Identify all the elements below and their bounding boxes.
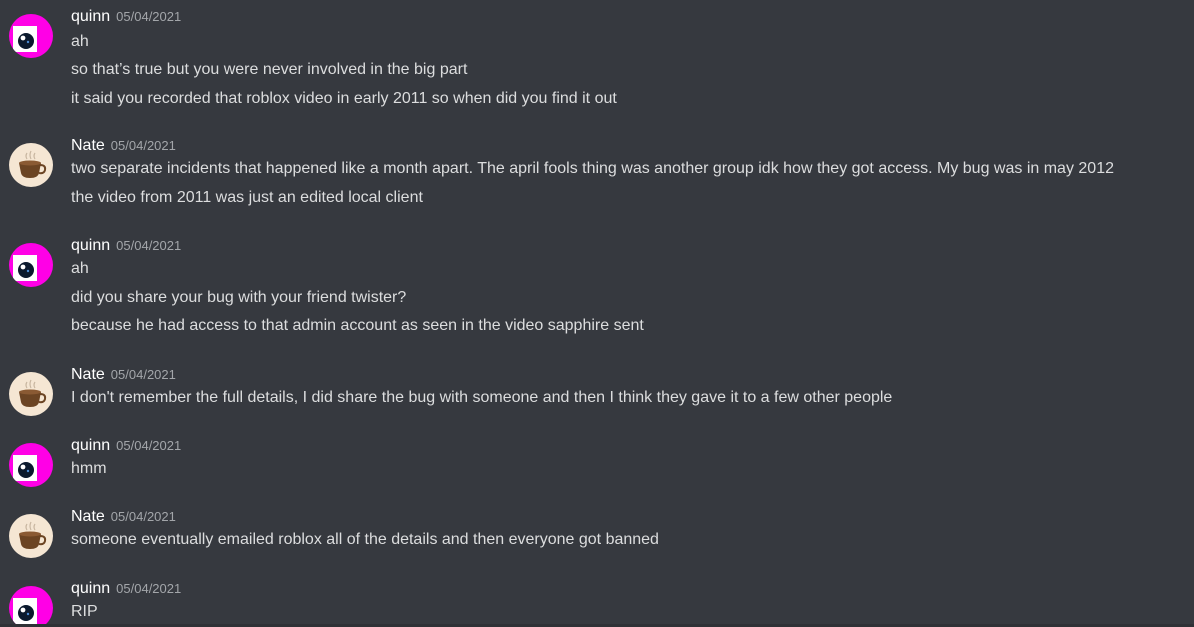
message-header: quinn 05/04/2021: [71, 8, 181, 28]
message-header: Nate 05/04/2021: [71, 508, 176, 528]
timestamp: 05/04/2021: [110, 138, 176, 153]
message-header: Nate 05/04/2021: [71, 137, 176, 157]
message-group: quinn 05/04/2021 ah did you share your bu…: [0, 237, 1194, 337]
message-group: Nate 05/04/2021 I don't remember the full…: [0, 366, 1194, 416]
username[interactable]: Nate: [71, 508, 105, 525]
message-header: Nate 05/04/2021: [71, 366, 176, 386]
username[interactable]: Nate: [71, 137, 105, 154]
message-header: quinn 05/04/2021: [71, 437, 181, 457]
timestamp: 05/04/2021: [116, 238, 182, 253]
message-group: quinn 05/04/2021 ah so that’s true but yo…: [0, 8, 1194, 107]
coffee-cup-avatar-icon[interactable]: [9, 514, 53, 558]
username[interactable]: quinn: [71, 237, 110, 254]
message-text: it said you recorded that roblox video i…: [71, 90, 617, 107]
coffee-cup-avatar-icon[interactable]: [9, 372, 53, 416]
message-text: two separate incidents that happened lik…: [71, 160, 1114, 177]
message-text: so that’s true but you were never involv…: [71, 61, 468, 78]
timestamp: 05/04/2021: [110, 367, 176, 382]
message-text: did you share your bug with your friend …: [71, 289, 407, 306]
message-header: quinn 05/04/2021: [71, 237, 181, 257]
message-group: quinn 05/04/2021 RIP: [0, 580, 1194, 627]
chat-messages: quinn 05/04/2021 ah so that’s true but yo…: [0, 0, 1194, 627]
username[interactable]: quinn: [71, 580, 110, 597]
message-text: ah: [71, 260, 89, 277]
message-group: quinn 05/04/2021 hmm: [0, 437, 1194, 487]
message-text: hmm: [71, 460, 107, 477]
message-header: quinn 05/04/2021: [71, 580, 181, 600]
message-text: the video from 2011 was just an edited l…: [71, 189, 423, 206]
quinn-avatar-icon[interactable]: [9, 443, 53, 487]
quinn-avatar-icon[interactable]: [9, 586, 53, 627]
quinn-avatar-icon[interactable]: [9, 243, 53, 287]
username[interactable]: quinn: [71, 8, 110, 25]
message-group: Nate 05/04/2021 two separate incidents th…: [0, 137, 1194, 209]
message-text: someone eventually emailed roblox all of…: [71, 531, 659, 548]
timestamp: 05/04/2021: [116, 438, 182, 453]
quinn-avatar-icon[interactable]: [9, 14, 53, 58]
message-group: Nate 05/04/2021 someone eventually emaile…: [0, 508, 1194, 558]
message-text: I don't remember the full details, I did…: [71, 389, 893, 406]
message-text: ah: [71, 33, 89, 50]
timestamp: 05/04/2021: [116, 581, 182, 596]
timestamp: 05/04/2021: [110, 509, 176, 524]
timestamp: 05/04/2021: [116, 9, 182, 24]
username[interactable]: quinn: [71, 437, 110, 454]
message-text: RIP: [71, 603, 98, 620]
message-text: because he had access to that admin acco…: [71, 317, 644, 334]
coffee-cup-avatar-icon[interactable]: [9, 143, 53, 187]
username[interactable]: Nate: [71, 366, 105, 383]
